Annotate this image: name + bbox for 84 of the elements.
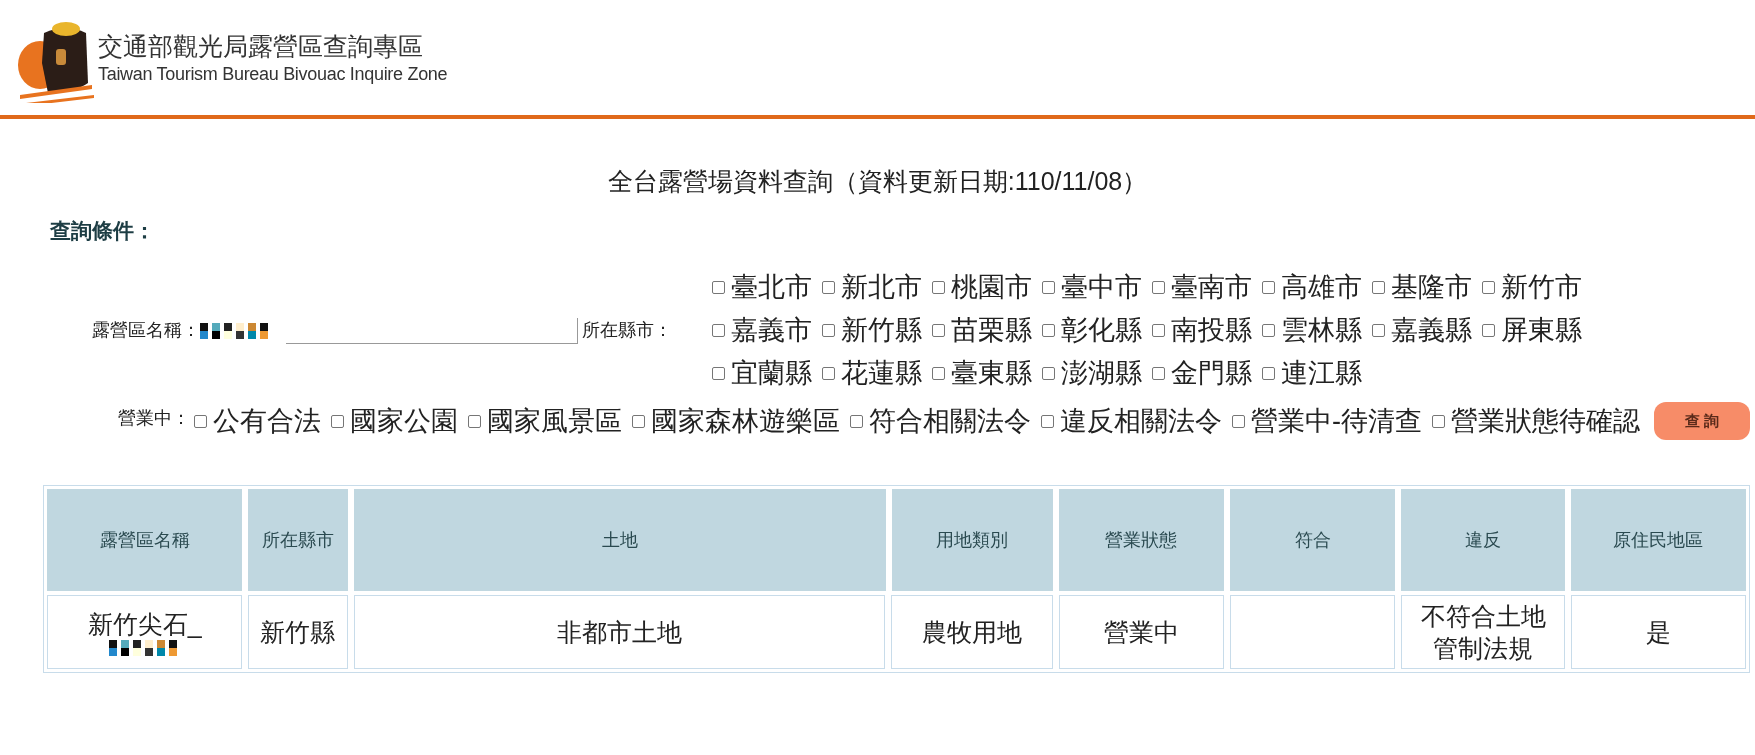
checkbox[interactable] <box>822 324 835 337</box>
checkbox-label: 國家風景區 <box>487 405 622 438</box>
checkbox[interactable] <box>1041 414 1054 428</box>
checkbox-label: 臺東縣 <box>951 357 1032 390</box>
checkbox[interactable] <box>712 367 725 380</box>
table-cell: 非都市土地 <box>353 595 886 669</box>
checkbox-label: 國家公園 <box>350 405 458 438</box>
field-label: 營業中： <box>117 407 190 430</box>
checkbox-label: 基隆市 <box>1391 271 1472 304</box>
column-header: 露營區名稱 <box>47 489 243 591</box>
checkbox[interactable] <box>712 324 725 337</box>
field-label: 所在縣市： <box>582 319 673 342</box>
checkbox-label: 宜蘭縣 <box>731 357 812 390</box>
checkbox-label: 花蓮縣 <box>841 357 922 390</box>
checkbox[interactable] <box>1232 414 1245 428</box>
site-title: 交通部觀光局露營區查詢專區 <box>98 30 424 63</box>
field-label: 露營區名稱： <box>91 319 200 342</box>
checkbox-label: 新北市 <box>841 271 922 304</box>
checkbox[interactable] <box>822 367 835 380</box>
checkbox[interactable] <box>712 281 725 294</box>
name-input-field[interactable] <box>286 317 578 344</box>
checkbox[interactable] <box>1042 367 1055 380</box>
checkbox[interactable] <box>1372 281 1385 294</box>
site-subtitle: Taiwan Tourism Bureau Bivouac Inquire Zone <box>98 62 448 85</box>
checkbox[interactable] <box>932 324 945 337</box>
checkbox-label: 南投縣 <box>1171 314 1252 347</box>
table-cell: 是 <box>1570 595 1746 669</box>
cell-text: 新竹尖石_ <box>87 609 202 640</box>
checkbox-label: 國家森林遊樂區 <box>651 405 840 438</box>
checkbox-label: 桃園市 <box>951 271 1032 304</box>
checkbox-label: 澎湖縣 <box>1061 357 1142 390</box>
checkbox[interactable] <box>1042 324 1055 337</box>
checkbox-label: 彰化縣 <box>1061 314 1142 347</box>
column-header: 用地類別 <box>891 489 1053 591</box>
checkbox-label: 嘉義市 <box>731 314 812 347</box>
table-cell: 新竹縣 <box>248 595 348 669</box>
checkbox-label: 連江縣 <box>1281 357 1362 390</box>
checkbox-label: 臺南市 <box>1171 271 1252 304</box>
checkbox-label: 金門縣 <box>1171 357 1252 390</box>
column-header: 營業狀態 <box>1058 489 1225 591</box>
table-cell: 農牧用地 <box>891 595 1053 669</box>
checkbox[interactable] <box>1262 281 1275 294</box>
table-cell: 營業中 <box>1058 595 1225 669</box>
checkbox-label: 嘉義縣 <box>1391 314 1472 347</box>
table-cell: 不符合土地管制法規 <box>1401 595 1565 669</box>
checkbox[interactable] <box>1262 367 1275 380</box>
checkbox-label: 營業狀態待確認 <box>1451 405 1640 438</box>
checkbox-label: 符合相關法令 <box>869 405 1031 438</box>
checkbox-label: 高雄市 <box>1281 271 1362 304</box>
checkbox[interactable] <box>1152 324 1165 337</box>
checkbox[interactable] <box>1152 367 1165 380</box>
checkbox[interactable] <box>822 281 835 294</box>
checkbox-label: 公有合法 <box>213 405 321 438</box>
checkbox[interactable] <box>468 414 481 428</box>
column-header: 原住民地區 <box>1570 489 1746 591</box>
search-button[interactable]: 查 詢 <box>1654 402 1750 440</box>
checkbox-label: 新竹市 <box>1501 271 1582 304</box>
checkbox[interactable] <box>1372 324 1385 337</box>
checkbox-label: 臺北市 <box>731 271 812 304</box>
checkbox-label: 營業中-待清查 <box>1251 405 1422 438</box>
checkbox-label: 違反相關法令 <box>1060 405 1222 438</box>
column-header: 所在縣市 <box>248 489 348 591</box>
checkbox[interactable] <box>932 281 945 294</box>
column-header: 違反 <box>1401 489 1565 591</box>
checkbox[interactable] <box>331 414 344 428</box>
checkbox[interactable] <box>1152 281 1165 294</box>
conditions-label: 查詢條件： <box>50 218 155 242</box>
checkbox[interactable] <box>632 414 645 428</box>
checkbox[interactable] <box>194 414 207 428</box>
checkbox[interactable] <box>932 367 945 380</box>
page-title: 全台露營場資料查詢（資料更新日期:110/11/08） <box>607 166 1148 197</box>
checkbox[interactable] <box>1482 281 1495 294</box>
checkbox-label: 臺中市 <box>1061 271 1142 304</box>
checkbox[interactable] <box>1262 324 1275 337</box>
column-header: 符合 <box>1230 489 1396 591</box>
checkbox[interactable] <box>1432 414 1445 428</box>
checkbox-label: 雲林縣 <box>1281 314 1362 347</box>
checkbox-label: 新竹縣 <box>841 314 922 347</box>
column-header: 土地 <box>353 489 886 591</box>
checkbox[interactable] <box>1042 281 1055 294</box>
checkbox-label: 屏東縣 <box>1501 314 1582 347</box>
checkbox[interactable] <box>850 414 863 428</box>
checkbox[interactable] <box>1482 324 1495 337</box>
checkbox-label: 苗栗縣 <box>951 314 1032 347</box>
